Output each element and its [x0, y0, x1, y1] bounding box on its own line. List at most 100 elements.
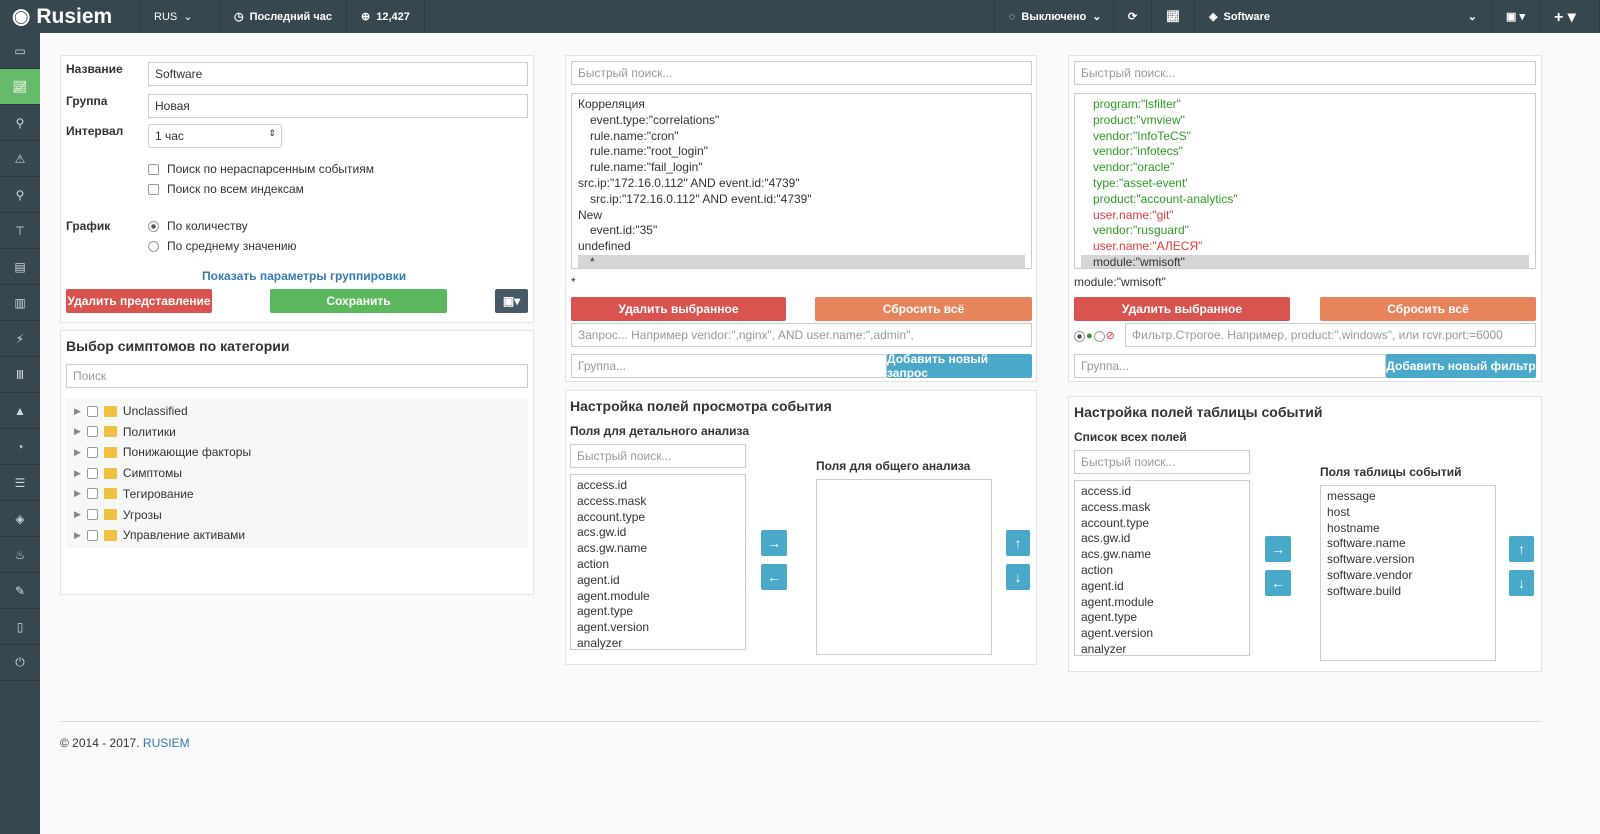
auto-refresh-select[interactable]: ◌ Выключено ⌄	[993, 0, 1114, 33]
sidebar-item[interactable]: ⚡︎	[0, 321, 40, 357]
time-range-button[interactable]: ◷ Последний час	[220, 0, 347, 33]
filter-input[interactable]: Фильтр.Строгое. Например, product:",wind…	[1125, 323, 1536, 347]
field-item[interactable]: software.vendor	[1327, 568, 1489, 584]
sidebar-item[interactable]: ⚲	[0, 177, 40, 213]
query-item[interactable]: src.ip:"172.16.0.112" AND event.id:"4739…	[578, 176, 1025, 192]
footer-link[interactable]: RUSIEM	[143, 736, 190, 750]
detail-fields-search[interactable]: Быстрый поиск...	[570, 444, 746, 468]
all-indexes-checkbox[interactable]: Поиск по всем индексам	[148, 182, 304, 196]
sidebar-item[interactable]: ◔	[0, 429, 40, 465]
field-item[interactable]: agent.module	[1081, 595, 1243, 611]
field-item[interactable]: agent.id	[577, 573, 739, 589]
general-fields-list[interactable]	[816, 479, 992, 655]
radio-count[interactable]: По количеству	[148, 219, 248, 233]
field-item[interactable]: access.id	[1081, 484, 1243, 500]
field-item[interactable]: agent.version	[1081, 626, 1243, 642]
checkbox[interactable]	[86, 529, 98, 541]
filter-mode-radios[interactable]: ● ⊘	[1074, 329, 1115, 342]
field-item[interactable]: acs.gw.id	[577, 525, 739, 541]
refresh-button[interactable]: ⟳	[1114, 0, 1153, 33]
add-filter-button[interactable]: Добавить новый фильтр	[1386, 354, 1536, 378]
sidebar-item[interactable]: ♨	[0, 537, 40, 573]
move-right-button[interactable]: →	[761, 530, 787, 556]
filter-item[interactable]: user.name:"АЛЕСЯ"	[1081, 239, 1529, 255]
move-down-button[interactable]: ↓	[1006, 564, 1030, 590]
filter-item[interactable]: vendor:"oracle"	[1081, 160, 1529, 176]
all-fields-list[interactable]: access.id access.mask account.type acs.gw.i…	[1074, 480, 1250, 656]
delete-selected-filter-button[interactable]: Удалить выбранное	[1074, 297, 1290, 321]
query-item[interactable]: rule.name:"root_login"	[578, 144, 1025, 160]
tree-item[interactable]: ▶ Тегирование	[74, 487, 194, 501]
checkbox[interactable]	[86, 509, 98, 520]
checkbox[interactable]	[86, 426, 98, 438]
chart-button[interactable]: 📈︎	[1152, 0, 1196, 33]
caret-right-icon[interactable]: ▶	[74, 509, 81, 520]
tree-item[interactable]: ▶ Политики	[74, 425, 176, 439]
query-item[interactable]: New	[578, 208, 1025, 224]
field-item[interactable]: host	[1327, 505, 1489, 521]
field-item[interactable]: hostname	[1327, 521, 1489, 537]
move-left-button[interactable]: ←	[761, 564, 787, 590]
field-item[interactable]: agent.type	[1081, 610, 1243, 626]
filter-item[interactable]: user.name:"git"	[1081, 208, 1529, 224]
query-item[interactable]: rule.name:"cron"	[578, 129, 1025, 145]
move-left-button[interactable]: ←	[1265, 570, 1291, 596]
field-item[interactable]: software.build	[1327, 584, 1489, 600]
field-item[interactable]: agent.module	[577, 589, 739, 605]
delete-view-button[interactable]: Удалить представление	[66, 289, 212, 313]
add-menu-button[interactable]: + ▾	[1540, 0, 1600, 33]
archive-dropdown-button[interactable]: ▣▾	[495, 289, 528, 313]
interval-select[interactable]: 1 час ⇕	[148, 124, 282, 148]
field-item[interactable]: analyzer	[1081, 642, 1243, 655]
radio-average[interactable]: По среднему значению	[148, 239, 297, 253]
field-item[interactable]: account.type	[1081, 516, 1243, 532]
query-item[interactable]: src.ip:"172.16.0.112" AND event.id:"4739…	[578, 192, 1025, 208]
query-item[interactable]: rule.name:"fail_login"	[578, 160, 1025, 176]
sidebar-item[interactable]: ▤	[0, 249, 40, 285]
field-item[interactable]: action	[577, 557, 739, 573]
queries-list[interactable]: Корреляция event.type:"correlations" rule.…	[571, 93, 1032, 269]
view-select[interactable]: ◈ Software ⌄	[1195, 0, 1493, 33]
archive-menu-button[interactable]: ▣ ▾	[1492, 0, 1540, 33]
filters-search[interactable]: Быстрый поиск...	[1074, 61, 1536, 85]
sidebar-item[interactable]: Ⅲ	[0, 357, 40, 393]
checkbox[interactable]	[86, 488, 98, 500]
tree-item[interactable]: ▶ Угрозы	[74, 508, 162, 522]
sidebar-item[interactable]: ⊤	[0, 213, 40, 249]
query-item[interactable]: event.type:"correlations"	[578, 113, 1025, 129]
sidebar-item[interactable]: ☰	[0, 465, 40, 501]
query-input[interactable]: Запрос... Например vendor:",nginx", AND …	[571, 323, 1032, 347]
query-item[interactable]: Корреляция	[578, 97, 1025, 113]
event-count[interactable]: ⊕ 12,427	[347, 0, 425, 33]
checkbox[interactable]	[86, 405, 98, 417]
tree-item[interactable]: ▶ Управление активами	[74, 528, 245, 542]
field-item[interactable]: agent.id	[1081, 579, 1243, 595]
filter-item[interactable]: vendor:"InfoTeCS"	[1081, 129, 1529, 145]
tree-item[interactable]: ▶ Unclassified	[74, 404, 188, 418]
field-item[interactable]: access.mask	[1081, 500, 1243, 516]
move-up-button[interactable]: ↑	[1509, 536, 1534, 562]
group-input[interactable]: Новая	[148, 94, 528, 118]
field-item[interactable]: software.version	[1327, 552, 1489, 568]
sidebar-item[interactable]: 📈︎	[0, 69, 40, 105]
unparsed-checkbox[interactable]: Поиск по нераспарсенным событиям	[148, 162, 374, 176]
checkbox[interactable]	[86, 446, 98, 458]
caret-right-icon[interactable]: ▶	[74, 406, 81, 417]
show-grouping-link[interactable]: Показать параметры группировки	[202, 269, 406, 283]
sidebar-item[interactable]: ⏻	[0, 645, 40, 681]
language-select[interactable]: RUS ⌄	[140, 0, 220, 33]
move-right-button[interactable]: →	[1265, 536, 1291, 562]
field-item[interactable]: message	[1327, 489, 1489, 505]
filter-item[interactable]: module:"wmisoft"	[1081, 254, 1529, 268]
filter-item[interactable]: vendor:"rusguard"	[1081, 223, 1529, 239]
sidebar-item[interactable]: ⚠	[0, 141, 40, 177]
filter-item[interactable]: program:"lsfilter"	[1081, 97, 1529, 113]
query-item[interactable]: undefined	[578, 239, 1025, 255]
field-item[interactable]: action	[1081, 563, 1243, 579]
sidebar-item[interactable]: ▭	[0, 33, 40, 69]
symptoms-search[interactable]: Поиск	[66, 364, 528, 388]
filter-group-input[interactable]: Группа...	[1074, 354, 1386, 378]
query-item[interactable]: *	[578, 254, 1025, 268]
field-item[interactable]: access.id	[577, 478, 739, 494]
radio-exclude[interactable]	[1093, 330, 1105, 342]
